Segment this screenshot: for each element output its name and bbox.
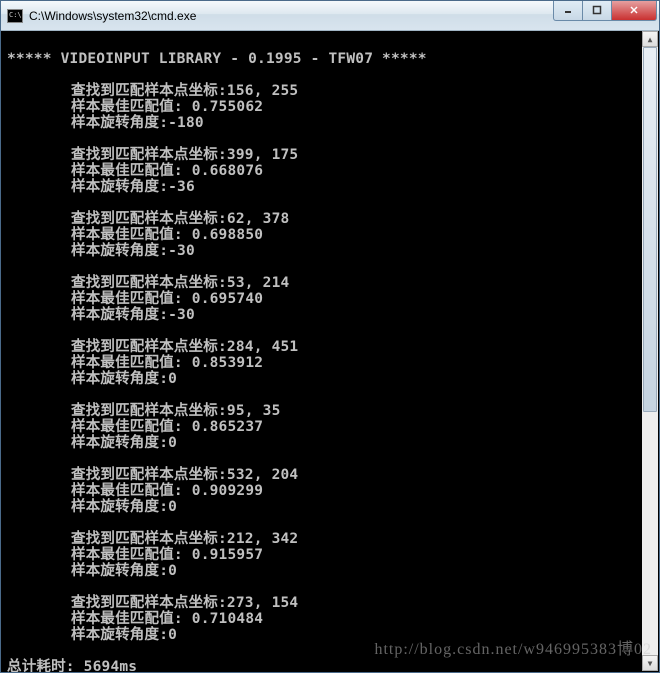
coord-line: 查找到匹配样本点坐标:95, 35 — [71, 403, 653, 419]
coord-line: 查找到匹配样本点坐标:273, 154 — [71, 595, 653, 611]
maximize-icon — [592, 5, 602, 15]
coord-line: 查找到匹配样本点坐标:62, 378 — [71, 211, 653, 227]
angle-line: 样本旋转角度:-30 — [71, 243, 653, 259]
minimize-button[interactable] — [553, 1, 583, 21]
close-icon — [629, 5, 639, 15]
total-time: 总计耗时: 5694ms — [7, 659, 653, 672]
console-output: ***** VIDEOINPUT LIBRARY - 0.1995 - TFW0… — [1, 31, 659, 672]
titlebar[interactable]: C:\Windows\system32\cmd.exe — [1, 1, 659, 31]
result-block-0: 查找到匹配样本点坐标:156, 255样本最佳匹配值: 0.755062样本旋转… — [71, 83, 653, 131]
match-line: 样本最佳匹配值: 0.915957 — [71, 547, 653, 563]
maximize-button[interactable] — [582, 1, 612, 21]
minimize-icon — [563, 5, 573, 15]
angle-line: 样本旋转角度:0 — [71, 435, 653, 451]
angle-line: 样本旋转角度:-30 — [71, 307, 653, 323]
match-line: 样本最佳匹配值: 0.710484 — [71, 611, 653, 627]
coord-line: 查找到匹配样本点坐标:532, 204 — [71, 467, 653, 483]
coord-line: 查找到匹配样本点坐标:399, 175 — [71, 147, 653, 163]
result-block-1: 查找到匹配样本点坐标:399, 175样本最佳匹配值: 0.668076样本旋转… — [71, 147, 653, 195]
angle-line: 样本旋转角度:0 — [71, 371, 653, 387]
match-line: 样本最佳匹配值: 0.865237 — [71, 419, 653, 435]
cmd-icon — [7, 9, 23, 23]
match-line: 样本最佳匹配值: 0.755062 — [71, 99, 653, 115]
coord-line: 查找到匹配样本点坐标:284, 451 — [71, 339, 653, 355]
cmd-window: C:\Windows\system32\cmd.exe ***** VIDEOI… — [0, 0, 660, 673]
result-block-8: 查找到匹配样本点坐标:273, 154样本最佳匹配值: 0.710484样本旋转… — [71, 595, 653, 643]
match-line: 样本最佳匹配值: 0.853912 — [71, 355, 653, 371]
result-block-3: 查找到匹配样本点坐标:53, 214样本最佳匹配值: 0.695740样本旋转角… — [71, 275, 653, 323]
angle-line: 样本旋转角度:0 — [71, 563, 653, 579]
angle-line: 样本旋转角度:-180 — [71, 115, 653, 131]
scroll-down-button[interactable]: ▼ — [642, 655, 658, 671]
angle-line: 样本旋转角度:0 — [71, 627, 653, 643]
scroll-thumb[interactable] — [643, 47, 657, 412]
match-line: 样本最佳匹配值: 0.909299 — [71, 483, 653, 499]
vertical-scrollbar[interactable]: ▲ ▼ — [642, 31, 658, 671]
match-line: 样本最佳匹配值: 0.668076 — [71, 163, 653, 179]
angle-line: 样本旋转角度:-36 — [71, 179, 653, 195]
coord-line: 查找到匹配样本点坐标:53, 214 — [71, 275, 653, 291]
coord-line: 查找到匹配样本点坐标:156, 255 — [71, 83, 653, 99]
scroll-up-button[interactable]: ▲ — [642, 31, 658, 47]
close-button[interactable] — [611, 1, 657, 21]
window-controls — [553, 1, 657, 21]
match-line: 样本最佳匹配值: 0.698850 — [71, 227, 653, 243]
result-block-7: 查找到匹配样本点坐标:212, 342样本最佳匹配值: 0.915957样本旋转… — [71, 531, 653, 579]
lib-header: ***** VIDEOINPUT LIBRARY - 0.1995 - TFW0… — [7, 51, 653, 67]
result-block-6: 查找到匹配样本点坐标:532, 204样本最佳匹配值: 0.909299样本旋转… — [71, 467, 653, 515]
result-block-5: 查找到匹配样本点坐标:95, 35样本最佳匹配值: 0.865237样本旋转角度… — [71, 403, 653, 451]
angle-line: 样本旋转角度:0 — [71, 499, 653, 515]
match-line: 样本最佳匹配值: 0.695740 — [71, 291, 653, 307]
window-title: C:\Windows\system32\cmd.exe — [29, 9, 553, 23]
result-block-4: 查找到匹配样本点坐标:284, 451样本最佳匹配值: 0.853912样本旋转… — [71, 339, 653, 387]
coord-line: 查找到匹配样本点坐标:212, 342 — [71, 531, 653, 547]
scroll-track[interactable] — [642, 47, 658, 655]
result-block-2: 查找到匹配样本点坐标:62, 378样本最佳匹配值: 0.698850样本旋转角… — [71, 211, 653, 259]
